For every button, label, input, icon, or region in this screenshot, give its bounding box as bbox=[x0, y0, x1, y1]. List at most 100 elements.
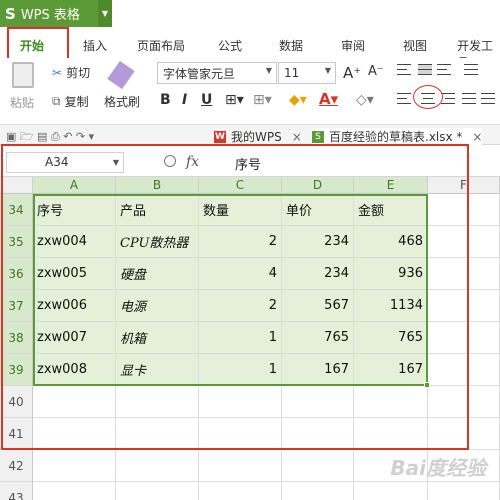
tab-view[interactable]: 视图 bbox=[403, 37, 427, 54]
cell[interactable]: 234 bbox=[282, 258, 354, 290]
zoom-icon[interactable] bbox=[164, 155, 176, 167]
cell[interactable] bbox=[33, 418, 116, 450]
cell[interactable] bbox=[116, 482, 199, 500]
eraser-icon[interactable]: ◇▾ bbox=[356, 92, 374, 108]
cell[interactable] bbox=[428, 482, 500, 500]
format-painter-icon[interactable] bbox=[104, 60, 135, 90]
tab-workbook[interactable]: S 百度经验的草稿表.xlsx * × bbox=[312, 128, 483, 145]
cell[interactable]: 2 bbox=[199, 290, 282, 322]
row-header[interactable]: 41 bbox=[0, 418, 33, 450]
tab-review[interactable]: 审阅 bbox=[341, 37, 365, 54]
cell[interactable] bbox=[199, 418, 282, 450]
row-header[interactable]: 35 bbox=[0, 226, 33, 258]
formula-input[interactable]: 序号 bbox=[235, 154, 261, 173]
row-header[interactable]: 40 bbox=[0, 386, 33, 418]
underline-button[interactable]: U bbox=[201, 92, 212, 108]
row-header[interactable]: 37 bbox=[0, 290, 33, 322]
tab-insert[interactable]: 插入 bbox=[83, 37, 107, 54]
format-painter-label[interactable]: 格式刷 bbox=[104, 93, 140, 110]
font-size-select[interactable]: 11 ▼ bbox=[278, 62, 336, 84]
cell[interactable]: 机箱 bbox=[116, 322, 199, 354]
row-header[interactable]: 43 bbox=[0, 482, 33, 500]
cell[interactable] bbox=[116, 450, 199, 482]
cell[interactable]: zxw006 bbox=[33, 290, 116, 322]
justify-icon[interactable] bbox=[462, 93, 476, 104]
row-header[interactable]: 34 bbox=[0, 194, 33, 226]
cell[interactable] bbox=[428, 194, 500, 226]
cell[interactable]: 936 bbox=[354, 258, 428, 290]
cell[interactable] bbox=[199, 482, 282, 500]
cell[interactable] bbox=[428, 226, 500, 258]
cell[interactable] bbox=[199, 386, 282, 418]
cell[interactable]: 1134 bbox=[354, 290, 428, 322]
fx-icon[interactable]: fx bbox=[186, 154, 199, 170]
font-name-select[interactable]: 字体管家元旦 ▼ bbox=[157, 62, 277, 84]
merge-cells-icon[interactable]: ⊞▾ bbox=[253, 92, 272, 108]
cell[interactable]: 765 bbox=[354, 322, 428, 354]
cell[interactable]: 数量 bbox=[199, 194, 282, 226]
column-header-b[interactable]: B bbox=[116, 177, 199, 194]
cell[interactable] bbox=[282, 386, 354, 418]
close-icon[interactable]: × bbox=[472, 130, 482, 144]
cell[interactable] bbox=[428, 386, 500, 418]
cell[interactable] bbox=[428, 290, 500, 322]
cell[interactable]: 电源 bbox=[116, 290, 199, 322]
cell[interactable] bbox=[116, 386, 199, 418]
distributed-icon[interactable] bbox=[481, 93, 495, 104]
cell[interactable]: 序号 bbox=[33, 194, 116, 226]
cell[interactable] bbox=[199, 450, 282, 482]
align-top-icon[interactable] bbox=[397, 64, 411, 75]
grow-font-button[interactable]: A⁺ bbox=[343, 64, 361, 82]
cell[interactable] bbox=[428, 258, 500, 290]
align-bottom-icon[interactable] bbox=[437, 64, 451, 75]
cell[interactable] bbox=[428, 418, 500, 450]
paste-button-label[interactable]: 粘贴 bbox=[10, 94, 34, 111]
column-header-f[interactable]: F bbox=[428, 177, 500, 194]
cut-button[interactable]: ✂ 剪切 bbox=[52, 64, 90, 81]
row-header[interactable]: 36 bbox=[0, 258, 33, 290]
cell[interactable] bbox=[33, 482, 116, 500]
cell[interactable]: 765 bbox=[282, 322, 354, 354]
cell[interactable]: 1 bbox=[199, 354, 282, 386]
close-icon[interactable]: × bbox=[292, 130, 302, 144]
cell[interactable]: 产品 bbox=[116, 194, 199, 226]
bold-button[interactable]: B bbox=[160, 92, 171, 108]
cell[interactable]: 金额 bbox=[354, 194, 428, 226]
cell[interactable] bbox=[282, 418, 354, 450]
cell[interactable]: zxw007 bbox=[33, 322, 116, 354]
cell[interactable] bbox=[354, 418, 428, 450]
quick-access-icons[interactable]: ▣ 🗁 ▤ ⎙ ↶ ↷ ▾ bbox=[6, 128, 94, 147]
tab-page-layout[interactable]: 页面布局 bbox=[137, 37, 185, 54]
copy-button[interactable]: ⧉ 复制 bbox=[52, 93, 89, 110]
cell[interactable]: CPU散热器 bbox=[116, 226, 199, 258]
cell[interactable] bbox=[33, 450, 116, 482]
column-header-c[interactable]: C bbox=[199, 177, 282, 194]
cell[interactable]: zxw004 bbox=[33, 226, 116, 258]
cell[interactable]: 硬盘 bbox=[116, 258, 199, 290]
cell[interactable] bbox=[282, 482, 354, 500]
cell[interactable] bbox=[354, 482, 428, 500]
tab-formulas[interactable]: 公式 bbox=[218, 37, 242, 54]
cell[interactable]: zxw005 bbox=[33, 258, 116, 290]
cell[interactable] bbox=[116, 418, 199, 450]
cell[interactable]: 234 bbox=[282, 226, 354, 258]
cell[interactable]: zxw008 bbox=[33, 354, 116, 386]
font-color-icon[interactable]: A▾ bbox=[319, 90, 338, 108]
cell[interactable]: 2 bbox=[199, 226, 282, 258]
paste-icon[interactable] bbox=[12, 62, 34, 88]
cell[interactable] bbox=[428, 354, 500, 386]
align-left-icon[interactable] bbox=[397, 93, 411, 104]
cell[interactable]: 167 bbox=[354, 354, 428, 386]
tab-my-wps[interactable]: W 我的WPS × bbox=[214, 128, 302, 145]
tab-data[interactable]: 数据 bbox=[279, 37, 303, 54]
cell[interactable] bbox=[428, 322, 500, 354]
cell[interactable]: 167 bbox=[282, 354, 354, 386]
row-header[interactable]: 39 bbox=[0, 354, 33, 386]
cell[interactable] bbox=[282, 450, 354, 482]
cell[interactable]: 468 bbox=[354, 226, 428, 258]
italic-button[interactable]: I bbox=[182, 92, 187, 108]
cell[interactable]: 显卡 bbox=[116, 354, 199, 386]
column-header-d[interactable]: D bbox=[282, 177, 354, 194]
row-header[interactable]: 38 bbox=[0, 322, 33, 354]
align-middle-icon[interactable] bbox=[418, 64, 432, 75]
